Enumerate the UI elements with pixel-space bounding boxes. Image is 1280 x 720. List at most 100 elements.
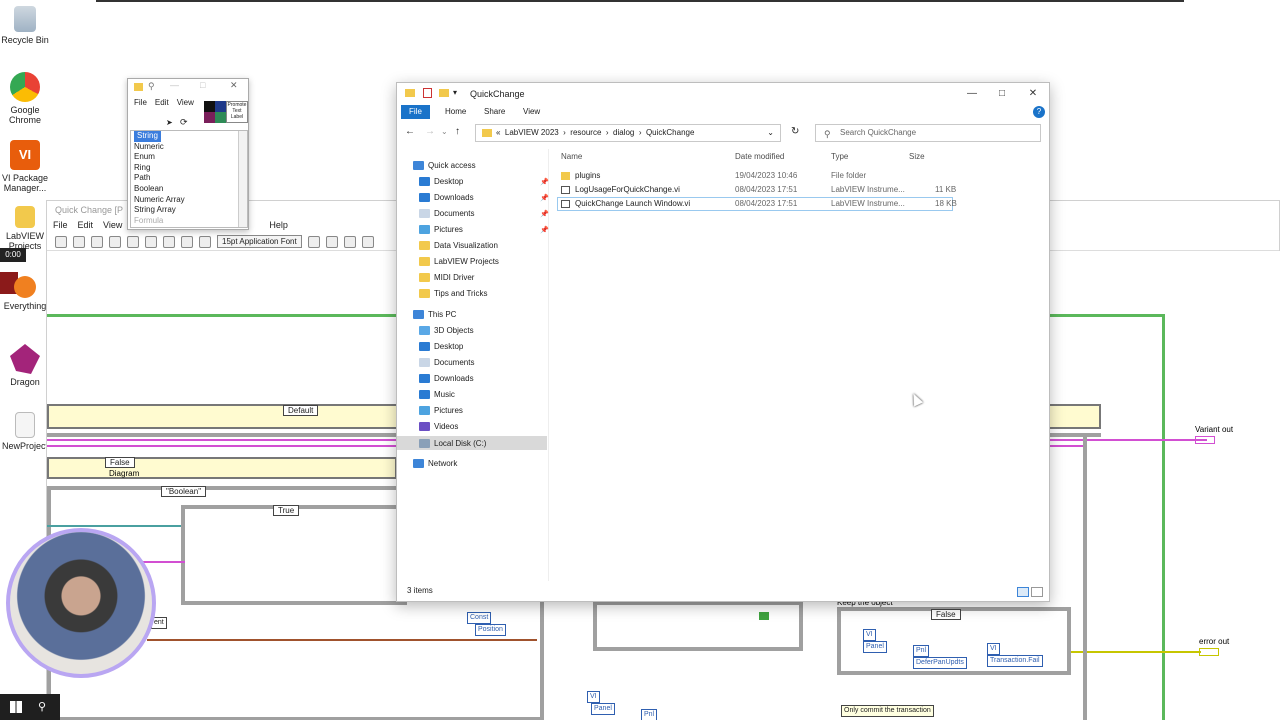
nav-3d-objects[interactable]: 3D Objects — [419, 326, 474, 335]
address-bar[interactable]: « LabVIEW 2023 › resource › dialog › Qui… — [475, 124, 781, 142]
newproject-shortcut[interactable]: NewProject — [0, 412, 50, 451]
case-selector-false[interactable]: False — [105, 457, 135, 468]
help-icon[interactable]: ? — [1033, 106, 1045, 118]
breadcrumb-resource[interactable]: resource — [570, 128, 601, 137]
list-scrollbar[interactable] — [238, 131, 247, 227]
tab-home[interactable]: Home — [437, 105, 474, 119]
tab-share[interactable]: Share — [476, 105, 513, 119]
nav-music[interactable]: Music — [419, 390, 455, 399]
column-date-modified[interactable]: Date modified — [735, 152, 784, 161]
retain-wire-values-icon[interactable] — [145, 235, 157, 248]
pin-icon[interactable]: 📌 — [540, 194, 549, 202]
search-icon[interactable]: ⚲ — [38, 700, 46, 713]
panel-property-node[interactable]: Panel — [863, 641, 887, 653]
case-selector-boolean[interactable]: "Boolean" — [161, 486, 207, 497]
column-size[interactable]: Size — [909, 152, 925, 161]
position-node[interactable]: Position — [475, 624, 506, 636]
abort-icon[interactable] — [91, 235, 103, 248]
cleanup-diagram-icon[interactable] — [361, 235, 374, 248]
vi-property-node-2[interactable]: VI — [587, 691, 600, 703]
file-row[interactable]: LogUsageForQuickChange.vi 08/04/2023 17:… — [557, 183, 956, 197]
chevron-down-icon[interactable]: ▾ — [453, 88, 457, 97]
run-arrow-icon[interactable] — [55, 235, 67, 248]
run-continuously-icon[interactable]: ⟳ — [180, 117, 188, 128]
list-item[interactable]: Path — [131, 173, 247, 184]
forward-arrow-icon[interactable]: → — [425, 126, 435, 137]
new-folder-icon[interactable] — [439, 89, 449, 97]
nav-this-pc[interactable]: This PC — [413, 310, 456, 319]
menu-file[interactable]: File — [53, 220, 68, 232]
case-selector-false-2[interactable]: False — [931, 609, 961, 620]
breadcrumb-labview[interactable]: LabVIEW 2023 — [505, 128, 559, 137]
minimize-button[interactable]: — — [957, 87, 987, 101]
chrome-shortcut[interactable]: Google Chrome — [0, 72, 50, 125]
windows-start-icon[interactable] — [10, 701, 22, 713]
file-row[interactable]: plugins 19/04/2023 10:46 File folder — [557, 169, 953, 183]
align-objects-icon[interactable] — [307, 235, 320, 248]
details-view-icon[interactable] — [1017, 587, 1029, 597]
search-icon[interactable]: ⚲ — [148, 81, 155, 92]
properties-icon[interactable] — [423, 88, 432, 98]
transaction-fail-node[interactable]: Transaction.Fail — [987, 655, 1043, 667]
nav-desktop[interactable]: Desktop — [419, 177, 463, 186]
pnl-property-node-2[interactable]: Pnl — [641, 709, 658, 720]
large-icons-view-icon[interactable] — [1031, 587, 1043, 597]
distribute-objects-icon[interactable] — [325, 235, 338, 248]
nav-labview-projects[interactable]: LabVIEW Projects — [419, 257, 499, 266]
vipm-shortcut[interactable]: VI VI Package Manager... — [0, 140, 50, 193]
nav-network[interactable]: Network — [413, 459, 457, 468]
case-selector-true[interactable]: True — [273, 505, 300, 516]
back-arrow-icon[interactable]: ← — [405, 126, 415, 137]
step-out-icon[interactable] — [199, 235, 211, 248]
highlight-execution-icon[interactable] — [127, 235, 139, 248]
breadcrumb-dialog[interactable]: dialog — [613, 128, 634, 137]
pnl-property-node[interactable]: Pnl — [913, 645, 930, 657]
maximize-icon[interactable]: □ — [200, 80, 205, 90]
address-dropdown-icon[interactable]: ⌄ — [767, 125, 774, 141]
nav-videos[interactable]: Videos — [419, 422, 458, 431]
list-item[interactable]: Ring — [131, 163, 247, 174]
tab-view[interactable]: View — [515, 105, 548, 119]
minimize-icon[interactable]: — — [170, 80, 179, 90]
palette-menu-file[interactable]: File — [134, 98, 147, 107]
labview-projects-shortcut[interactable]: LabVIEW Projects — [0, 206, 50, 251]
menu-edit[interactable]: Edit — [78, 220, 94, 232]
error-out-terminal[interactable] — [1199, 648, 1219, 656]
pin-icon[interactable]: 📌 — [540, 178, 549, 186]
tab-file[interactable]: File — [401, 105, 430, 119]
file-row[interactable]: QuickChange Launch Window.vi 08/04/2023 … — [557, 197, 957, 211]
pin-icon[interactable]: 📌 — [540, 226, 549, 234]
list-item[interactable]: Enum — [131, 152, 247, 163]
refresh-icon[interactable]: ↻ — [791, 126, 799, 137]
nav-pc-downloads[interactable]: Downloads — [419, 374, 474, 383]
nav-documents[interactable]: Documents — [419, 209, 474, 218]
nav-pc-desktop[interactable]: Desktop — [419, 342, 463, 351]
arrow-tool-icon[interactable]: ➤ — [166, 118, 173, 127]
step-over-icon[interactable] — [181, 235, 193, 248]
nav-pictures[interactable]: Pictures — [419, 225, 463, 234]
palette-menu-edit[interactable]: Edit — [155, 98, 169, 107]
nav-tips-and-tricks[interactable]: Tips and Tricks — [419, 289, 488, 298]
close-icon[interactable]: ✕ — [230, 80, 238, 91]
vi-invoke-node[interactable]: VI — [987, 643, 1000, 655]
panel-property-node-2[interactable]: Panel — [591, 703, 615, 715]
up-arrow-icon[interactable]: ↑ — [455, 126, 460, 137]
nav-midi-driver[interactable]: MIDI Driver — [419, 273, 474, 282]
run-continuously-icon[interactable] — [73, 235, 85, 248]
promote-text-label-icon[interactable]: Promote Text Label — [226, 101, 248, 123]
everything-shortcut[interactable]: Everything — [0, 276, 50, 311]
list-item[interactable]: String — [131, 131, 247, 142]
step-into-icon[interactable] — [163, 235, 175, 248]
font-ring[interactable]: 15pt Application Font — [217, 235, 302, 248]
vi-property-node[interactable]: VI — [863, 629, 876, 641]
maximize-button[interactable]: □ — [987, 87, 1017, 101]
search-input[interactable]: ⚲ Search QuickChange — [815, 124, 1041, 142]
recycle-bin-shortcut[interactable]: Recycle Bin — [0, 6, 50, 45]
nav-pc-documents[interactable]: Documents — [419, 358, 474, 367]
recent-chevron-icon[interactable]: ⌄ — [441, 127, 448, 136]
palette-thumbnail-icon[interactable] — [204, 101, 226, 123]
close-button[interactable]: ✕ — [1018, 87, 1048, 101]
list-item[interactable]: Boolean — [131, 184, 247, 195]
list-item[interactable]: Numeric Array — [131, 195, 247, 206]
nav-quick-access[interactable]: Quick access — [413, 161, 476, 170]
